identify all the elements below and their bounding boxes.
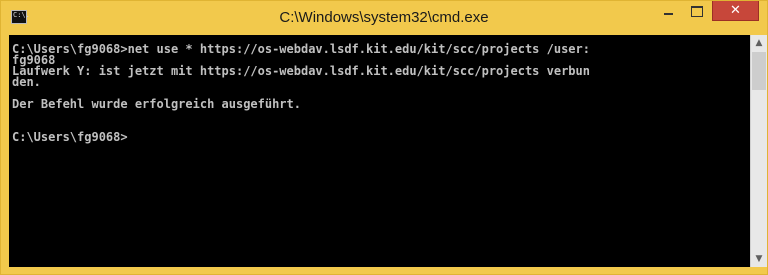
minimize-icon [664,13,673,15]
close-icon: ✕ [730,3,741,18]
console-output[interactable]: C:\Users\fg9068>net use * https://os-web… [9,35,750,267]
cmd-window: C:\. C:\Windows\system32\cmd.exe ✕ C:\Us… [0,0,768,275]
window-title: C:\Windows\system32\cmd.exe [279,9,489,26]
maximize-icon [690,5,703,17]
console-line: Der Befehl wurde erfolgreich ausgeführt. [12,97,301,111]
vertical-scrollbar[interactable]: ▲ ▼ [750,35,767,267]
scroll-up-icon[interactable]: ▲ [751,35,767,51]
console-prompt: C:\Users\fg9068> [12,130,128,144]
console-line: den. [12,75,41,89]
console-line: Laufwerk Y: ist jetzt mit https://os-web… [12,64,590,78]
console-line: C:\Users\fg9068>net use * https://os-web… [12,42,590,56]
scrollbar-thumb[interactable] [752,52,766,90]
maximize-button[interactable] [683,1,710,21]
close-button[interactable]: ✕ [712,1,759,21]
minimize-button[interactable] [655,1,682,21]
title-bar[interactable]: C:\. C:\Windows\system32\cmd.exe ✕ [1,1,767,35]
window-bottom-border [1,267,767,274]
scroll-down-icon[interactable]: ▼ [751,251,767,267]
